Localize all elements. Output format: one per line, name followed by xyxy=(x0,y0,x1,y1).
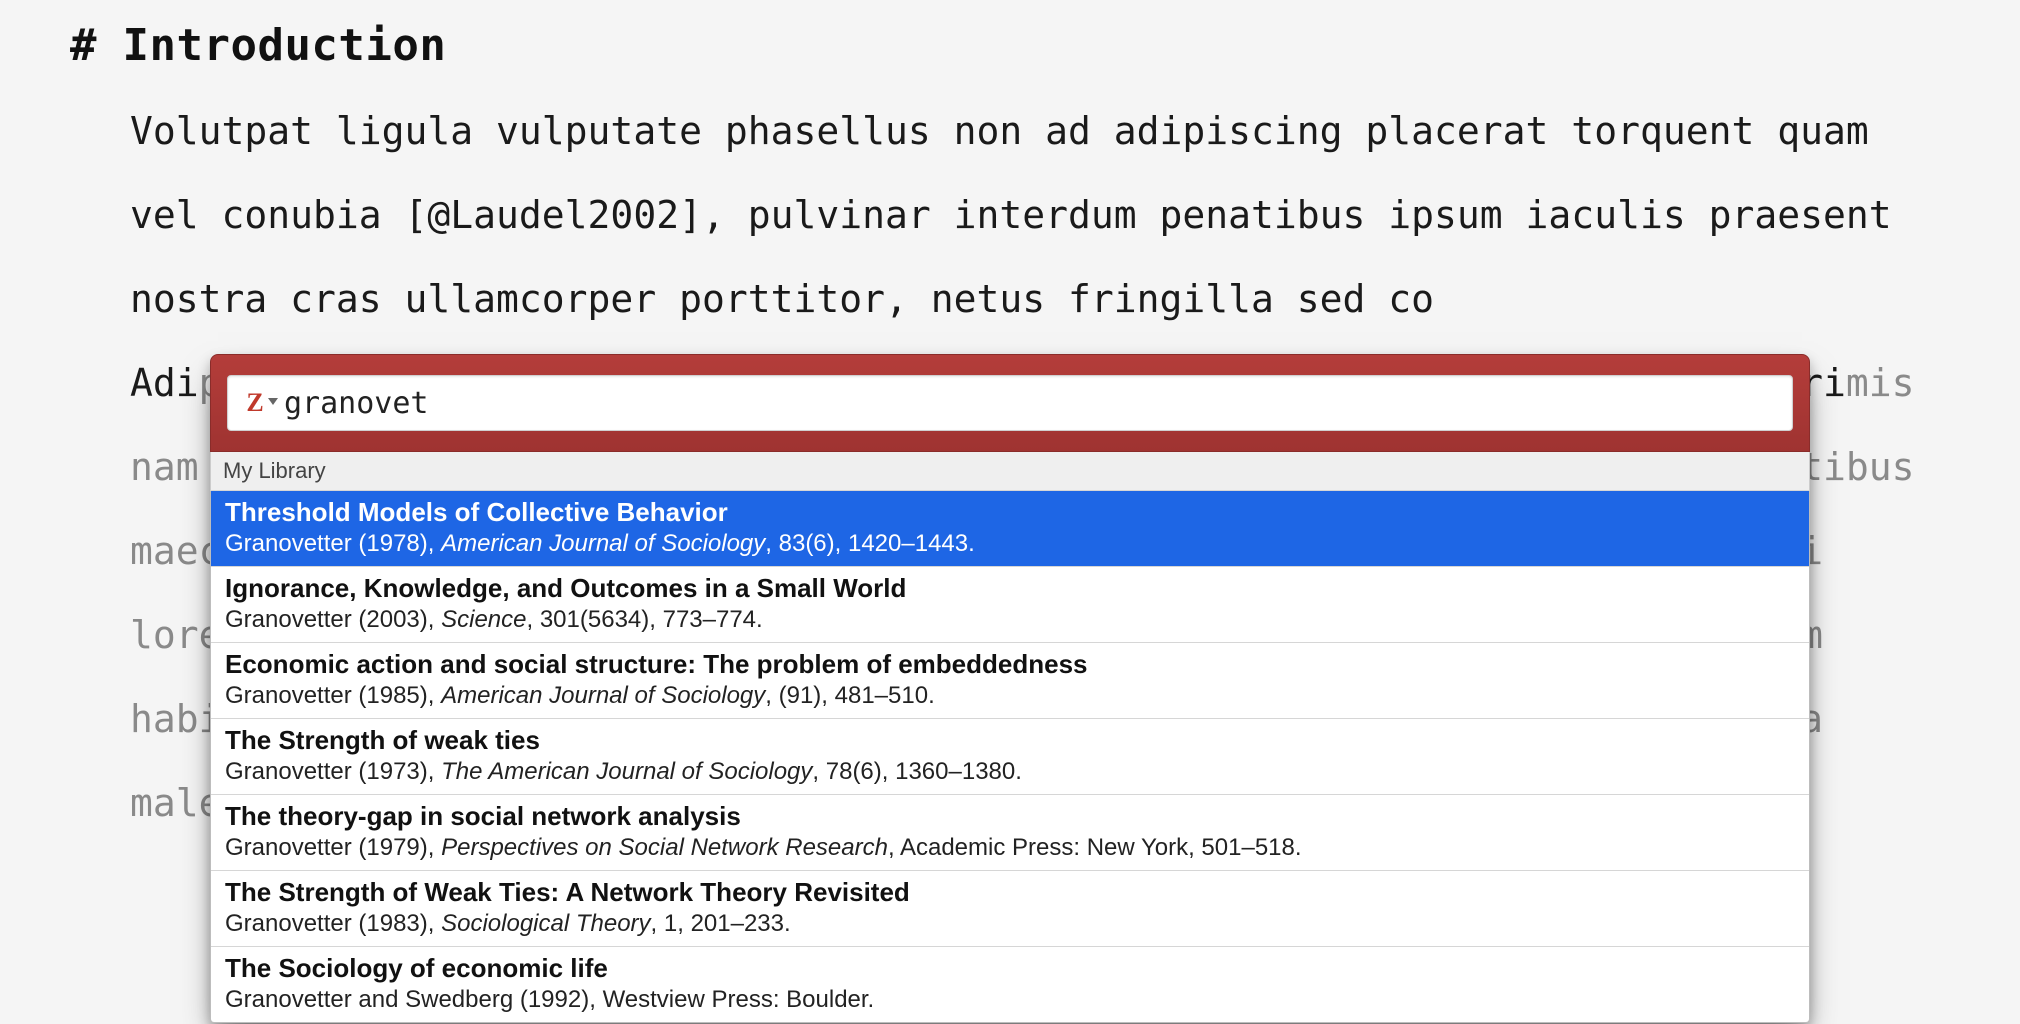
citation-result[interactable]: The Strength of weak tiesGranovetter (19… xyxy=(211,719,1809,795)
citation-result-meta: Granovetter (1978), American Journal of … xyxy=(225,530,1795,558)
citation-result-meta: Granovetter (1979), Perspectives on Soci… xyxy=(225,834,1795,862)
citation-result[interactable]: The Strength of Weak Ties: A Network The… xyxy=(211,871,1809,947)
citation-result[interactable]: Economic action and social structure: Th… xyxy=(211,643,1809,719)
library-label: My Library xyxy=(210,452,1810,491)
heading-row: # Introduction xyxy=(70,20,1960,71)
citation-result-title: Threshold Models of Collective Behavior xyxy=(225,497,1795,528)
citation-result-title: The Strength of weak ties xyxy=(225,725,1795,756)
heading-marker: # xyxy=(70,20,97,71)
citation-result-meta: Granovetter (1985), American Journal of … xyxy=(225,682,1795,710)
zotero-icon-letter: Z xyxy=(246,390,263,416)
heading-text: Introduction xyxy=(123,20,447,71)
citation-result-meta: Granovetter (1983), Sociological Theory,… xyxy=(225,910,1795,938)
zotero-icon[interactable]: Z xyxy=(242,390,268,416)
citation-result-title: The Sociology of economic life xyxy=(225,953,1795,984)
citation-picker: Z My Library Threshold Models of Collect… xyxy=(210,354,1810,1023)
body-pre: Volutpat ligula vulputate phasellus non … xyxy=(130,109,1892,321)
citation-result-meta: Granovetter (2003), Science, 301(5634), … xyxy=(225,606,1795,634)
citation-result[interactable]: The theory-gap in social network analysi… xyxy=(211,795,1809,871)
citation-result-meta: Granovetter (1973), The American Journal… xyxy=(225,758,1795,786)
chevron-down-icon xyxy=(268,398,278,405)
picker-search-bar: Z xyxy=(210,354,1810,452)
citation-result-meta: Granovetter and Swedberg (1992), Westvie… xyxy=(225,986,1795,1014)
body-mid-start: Adi xyxy=(130,361,199,405)
citation-result[interactable]: Ignorance, Knowledge, and Outcomes in a … xyxy=(211,567,1809,643)
citation-result[interactable]: The Sociology of economic lifeGranovette… xyxy=(211,947,1809,1022)
citation-result-title: Economic action and social structure: Th… xyxy=(225,649,1795,680)
citation-result[interactable]: Threshold Models of Collective BehaviorG… xyxy=(211,491,1809,567)
citation-results-list: Threshold Models of Collective BehaviorG… xyxy=(210,491,1810,1023)
citation-result-title: The Strength of Weak Ties: A Network The… xyxy=(225,877,1795,908)
citation-result-title: The theory-gap in social network analysi… xyxy=(225,801,1795,832)
citation-result-title: Ignorance, Knowledge, and Outcomes in a … xyxy=(225,573,1795,604)
picker-search-box[interactable]: Z xyxy=(227,375,1793,431)
citation-search-input[interactable] xyxy=(282,385,1778,422)
